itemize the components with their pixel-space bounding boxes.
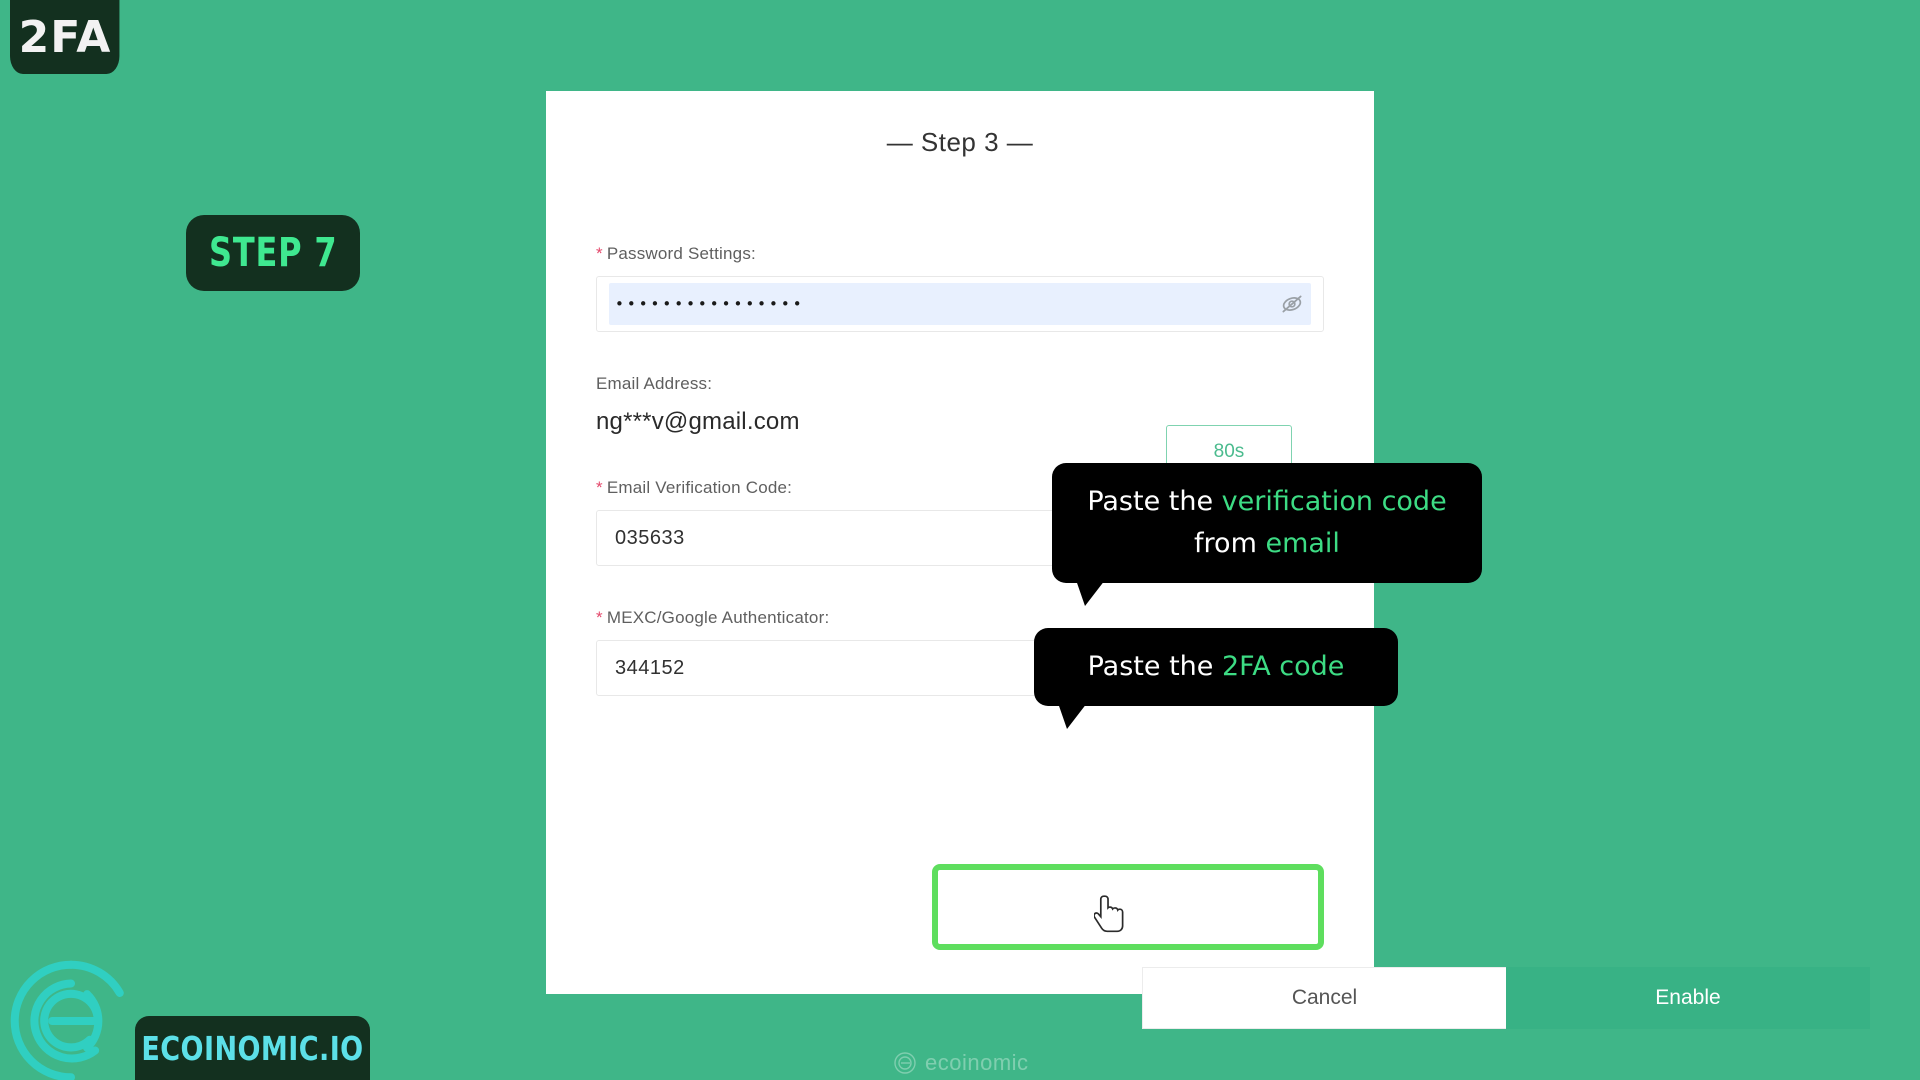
required-asterisk: *: [596, 244, 603, 263]
topic-badge-label: 2FA: [18, 11, 112, 63]
tooltip-email-line2-plain: from: [1194, 528, 1266, 559]
step-badge: STEP 7: [186, 215, 360, 291]
password-label: * Password Settings:: [596, 244, 1324, 264]
authenticator-value: 344152: [615, 656, 685, 679]
email-label: Email Address:: [596, 374, 713, 393]
tooltip-email-line1-plain: Paste the: [1087, 486, 1222, 517]
required-asterisk: *: [596, 608, 603, 627]
email-code-label-text: Email Verification Code:: [606, 478, 793, 497]
eye-off-icon[interactable]: [1277, 289, 1307, 319]
watermark-logo-icon: [894, 1052, 916, 1074]
brand-badge-label: ECOINOMIC.IO: [141, 1028, 364, 1068]
tooltip-2fa-plain: Paste the: [1087, 651, 1222, 682]
authenticator-label: * MEXC/Google Authenticator:: [596, 608, 1324, 628]
tooltip-authenticator: Paste the 2FA code: [1034, 628, 1398, 729]
step-badge-label: STEP 7: [208, 230, 338, 276]
watermark-label: ecoinomic: [925, 1050, 1029, 1075]
authenticator-label-text: MEXC/Google Authenticator:: [606, 608, 830, 627]
password-input[interactable]: ••••••••••••••••: [596, 276, 1324, 332]
enable-button[interactable]: Enable: [1506, 967, 1870, 1029]
topic-badge-2fa: 2FA: [10, 0, 120, 74]
action-row: Cancel Enable: [1142, 967, 1870, 1029]
password-value: ••••••••••••••••: [615, 295, 805, 313]
brand-badge: ECOINOMIC.IO: [135, 1016, 370, 1080]
password-label-text: Password Settings:: [606, 244, 756, 263]
tooltip-2fa-highlight: 2FA code: [1221, 651, 1345, 682]
watermark: ecoinomic: [893, 1050, 1029, 1076]
ecoinomic-logo-icon: [10, 960, 132, 1080]
page-title: — Step 3 —: [886, 127, 1034, 157]
tooltip-email-line1-highlight: verification code: [1221, 486, 1447, 517]
tooltip-email-code: Paste the verification code from email: [1052, 463, 1482, 606]
email-code-value: 035633: [615, 526, 685, 549]
required-asterisk: *: [596, 478, 603, 497]
tooltip-email-line2-highlight: email: [1265, 528, 1340, 559]
cancel-button[interactable]: Cancel: [1142, 967, 1506, 1029]
